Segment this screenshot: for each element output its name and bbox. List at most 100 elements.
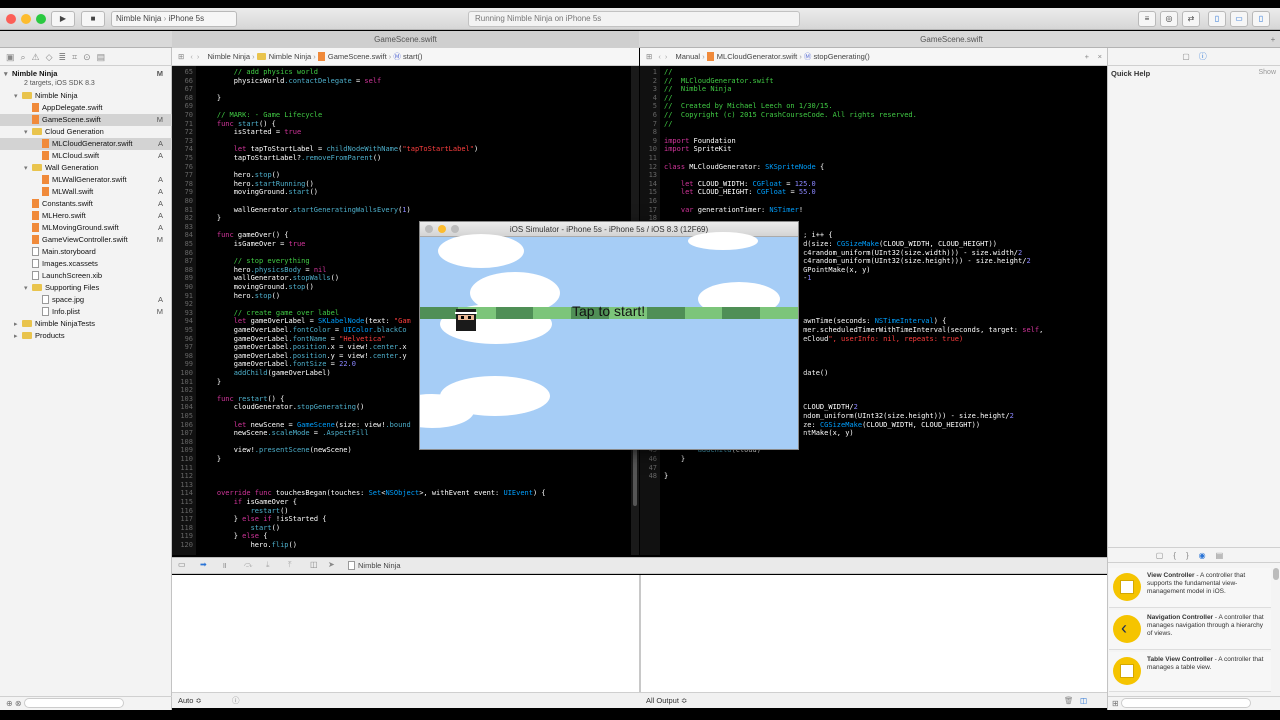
library-selector-bar[interactable]: ▢{}◉▤ xyxy=(1108,547,1280,563)
navigator-item[interactable]: MLHero.swift A xyxy=(0,210,172,222)
navigator-item[interactable]: ▸ Nimble NinjaTests xyxy=(0,318,172,330)
scm-status: A xyxy=(157,211,163,220)
toggle-debug-button[interactable]: ▭ xyxy=(1230,11,1248,27)
navigator-item[interactable]: GameScene.swift M xyxy=(0,114,172,126)
navigator-item[interactable]: ▸ Products xyxy=(0,330,172,342)
file-icon xyxy=(32,259,39,268)
navigator-item[interactable]: MLMovingGround.swift A xyxy=(0,222,172,234)
navigator-item[interactable]: ▾ Supporting Files xyxy=(0,282,172,294)
navigator-item[interactable]: Constants.swift A xyxy=(0,198,172,210)
hide-debug-icon[interactable]: ▭ xyxy=(178,560,186,569)
jump-file[interactable]: GameScene.swift xyxy=(328,52,387,61)
navigator-item[interactable]: Images.xcassets xyxy=(0,258,172,270)
code-line: } xyxy=(200,214,222,223)
navigator-selector-bar[interactable]: ▣⌕⚠◇≣⌗⊙▤ xyxy=(0,48,172,66)
add-tab-button[interactable]: + xyxy=(1266,31,1280,48)
jump-symbol[interactable]: start() xyxy=(403,52,423,61)
navigator-item-label: Wall Generation xyxy=(45,163,99,172)
split-view-icon[interactable]: ◫ xyxy=(1080,693,1087,709)
ground-tile xyxy=(722,307,761,319)
navigator-filter-bar[interactable]: ⊕ ⊗ xyxy=(0,696,172,710)
library-item[interactable]: ‹ Navigation Controller - A controller th… xyxy=(1109,610,1271,650)
toggle-utilities-button[interactable]: ▯ xyxy=(1252,11,1270,27)
variables-pane xyxy=(172,575,639,692)
code-line: newScene.scaleMode = .AspectFill xyxy=(200,429,369,438)
location-icon[interactable]: ➤ xyxy=(328,560,335,569)
library-item[interactable]: View Controller - A controller that supp… xyxy=(1109,568,1271,608)
assistant-editor-button[interactable]: ◎ xyxy=(1160,11,1178,27)
navigation-controller-icon: ‹ xyxy=(1113,615,1141,643)
sim-minimize-button[interactable] xyxy=(438,225,446,233)
navigator-item[interactable]: space.jpg A xyxy=(0,294,172,306)
pause-icon[interactable]: ॥ xyxy=(222,560,227,571)
line-number: 120 xyxy=(180,541,193,549)
navigator-item[interactable]: ▾ Cloud Generation xyxy=(0,126,172,138)
info-icon[interactable]: ⓘ xyxy=(232,693,240,709)
jump-manual[interactable]: Manual xyxy=(675,52,700,61)
minimize-window-button[interactable] xyxy=(21,14,31,24)
step-over-icon[interactable]: ⤼ xyxy=(244,560,253,570)
close-window-button[interactable] xyxy=(6,14,16,24)
tab-left[interactable]: GameScene.swift xyxy=(172,31,639,48)
version-editor-button[interactable]: ⇄ xyxy=(1182,11,1200,27)
navigator-item[interactable]: Info.plist M xyxy=(0,306,172,318)
navigator-item[interactable]: AppDelegate.swift xyxy=(0,102,172,114)
navigator-item[interactable]: ▾ Wall Generation xyxy=(0,162,172,174)
back-icon[interactable]: ‹ xyxy=(186,52,197,61)
close-editor-icon[interactable]: × xyxy=(1098,48,1102,66)
jump-symbol[interactable]: stopGenerating() xyxy=(814,52,870,61)
code-line: // Nimble Ninja xyxy=(664,85,732,94)
navigator-item[interactable]: MLWallGenerator.swift A xyxy=(0,174,172,186)
breakpoints-icon[interactable]: ➡ xyxy=(200,560,207,569)
right-jump-bar: ⊞ ‹ › Manual › MLCloudGenerator.swift › Ⓜ… xyxy=(640,48,1107,66)
standard-editor-button[interactable]: ≡ xyxy=(1138,11,1156,27)
step-out-icon[interactable]: ⤒ xyxy=(288,560,292,570)
sim-zoom-button[interactable] xyxy=(451,225,459,233)
navigator-item-label: Info.plist xyxy=(52,307,80,316)
ios-simulator-window[interactable]: iOS Simulator - iPhone 5s - iPhone 5s / … xyxy=(419,221,799,450)
scm-status: A xyxy=(157,175,163,184)
navigator-item[interactable]: LaunchScreen.xib xyxy=(0,270,172,282)
jump-group[interactable]: Nimble Ninja xyxy=(269,52,312,61)
tab-right[interactable]: GameScene.swift xyxy=(640,31,1263,48)
run-button[interactable]: ▶ xyxy=(51,11,75,27)
forward-icon[interactable]: › xyxy=(197,52,206,61)
navigator-item[interactable]: MLCloudGenerator.swift A xyxy=(0,138,172,150)
trash-icon[interactable]: 🗑 xyxy=(1064,693,1074,709)
code-line: // Copyright (c) 2015 CrashCourseCode. A… xyxy=(664,111,917,119)
scm-status: A xyxy=(157,199,163,208)
view-debugger-icon[interactable]: ◫ xyxy=(310,560,318,569)
navigator-item[interactable]: ▾ Nimble Ninja xyxy=(0,90,172,102)
library-item[interactable]: Table View Controller - A controller tha… xyxy=(1109,652,1271,692)
scheme-selector[interactable]: Nimble Ninja › iPhone 5s xyxy=(111,11,237,27)
zoom-window-button[interactable] xyxy=(36,14,46,24)
jump-file[interactable]: MLCloudGenerator.swift xyxy=(717,52,797,61)
forward-icon[interactable]: › xyxy=(665,52,674,61)
stop-icon: ■ xyxy=(90,14,96,23)
step-into-icon[interactable]: ⤓ xyxy=(266,560,270,570)
code-line: movingGround.start() xyxy=(200,188,319,197)
library-scrollbar[interactable] xyxy=(1273,568,1279,580)
scm-status: A xyxy=(157,139,163,148)
console-pane[interactable] xyxy=(641,575,1107,692)
code-line: wallGenerator.startGeneratingWallsEvery(… xyxy=(200,205,411,214)
navigator-item[interactable]: MLWall.swift A xyxy=(0,186,172,198)
navigator-item[interactable]: Main.storyboard xyxy=(0,246,172,258)
toggle-navigator-button[interactable]: ▯ xyxy=(1208,11,1226,27)
navigator-item[interactable]: GameViewController.swift M xyxy=(0,234,172,246)
library-filter-bar[interactable]: ⊞ xyxy=(1108,696,1280,710)
jump-project[interactable]: Nimble Ninja xyxy=(207,52,250,61)
auto-selector[interactable]: Auto ≎ xyxy=(178,693,202,709)
add-editor-icon[interactable]: + xyxy=(1085,48,1089,66)
output-selector[interactable]: All Output ≎ xyxy=(646,693,687,709)
activity-viewer: Running Nimble Ninja on iPhone 5s xyxy=(468,11,800,27)
navigator-item[interactable]: MLCloud.swift A xyxy=(0,150,172,162)
sim-close-button[interactable] xyxy=(425,225,433,233)
stop-button[interactable]: ■ xyxy=(81,11,105,27)
inspector-selector-bar[interactable]: ▢ ⓘ xyxy=(1108,48,1280,66)
related-items-icon[interactable]: ⊞ xyxy=(172,52,184,61)
quick-help-show[interactable]: Show xyxy=(1258,69,1276,76)
main-toolbar: ▶ ■ Nimble Ninja › iPhone 5s Running Nim… xyxy=(0,8,1280,30)
related-items-icon[interactable]: ⊞ xyxy=(640,52,652,61)
back-icon[interactable]: ‹ xyxy=(654,52,665,61)
